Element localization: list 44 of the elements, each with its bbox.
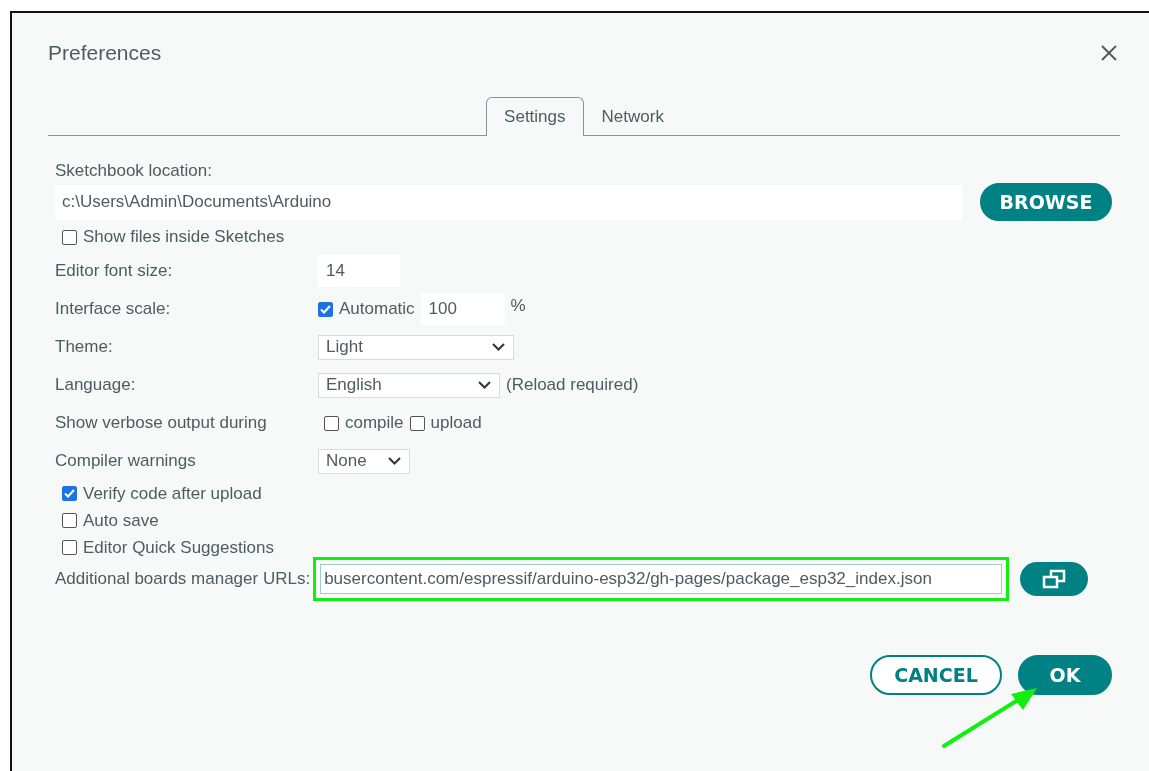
number-field[interactable]: 100 bbox=[420, 293, 505, 325]
sketchbook-path-field[interactable]: c:\Users\Admin\Documents\Arduino bbox=[55, 184, 962, 220]
note-text: (Reload required) bbox=[506, 375, 639, 395]
close-icon bbox=[1100, 44, 1118, 62]
checkbox[interactable] bbox=[62, 513, 77, 528]
checkbox-label: Editor Quick Suggestions bbox=[83, 537, 274, 558]
setting-label: Editor font size: bbox=[55, 261, 174, 281]
tab[interactable]: Network bbox=[583, 97, 682, 136]
setting-label: Theme: bbox=[55, 337, 114, 357]
setting-label: Compiler warnings bbox=[55, 451, 197, 471]
unit-label: % bbox=[510, 296, 526, 316]
dropdown[interactable]: English bbox=[318, 372, 500, 398]
setting-label: Language: bbox=[55, 375, 137, 395]
setting-label: Interface scale: bbox=[55, 299, 172, 319]
browse-button[interactable]: BROWSE bbox=[980, 183, 1112, 221]
edit-urls-button[interactable] bbox=[1020, 562, 1089, 596]
dropdown[interactable]: None bbox=[318, 448, 410, 474]
checkbox[interactable] bbox=[324, 415, 339, 431]
checkbox-label: compile bbox=[345, 413, 404, 433]
checkbox[interactable] bbox=[62, 540, 77, 555]
checkbox[interactable] bbox=[62, 229, 77, 245]
close-button[interactable] bbox=[1100, 44, 1118, 62]
dropdown[interactable]: Light bbox=[318, 334, 514, 360]
chevron-down-icon bbox=[478, 381, 491, 389]
number-field[interactable]: 14 bbox=[318, 255, 400, 287]
field-label: Sketchbook location: bbox=[55, 160, 213, 182]
checkbox-label: Verify code after upload bbox=[83, 483, 262, 504]
checkbox-label: Auto save bbox=[83, 510, 159, 531]
url-field[interactable]: busercontent.com/espressif/arduino-esp32/gh-pages/package_esp32_index.json bbox=[313, 557, 1010, 601]
ok-button[interactable]: OK bbox=[1018, 655, 1112, 695]
tab[interactable]: Settings bbox=[486, 97, 584, 136]
checkbox-label: Show files inside Sketches bbox=[83, 227, 285, 247]
chevron-down-icon bbox=[388, 457, 401, 465]
checkbox[interactable] bbox=[318, 301, 333, 317]
dialog-title: Preferences bbox=[48, 41, 162, 65]
checkbox[interactable] bbox=[62, 486, 77, 501]
checkbox-label: upload bbox=[430, 413, 482, 433]
chevron-down-icon bbox=[492, 343, 505, 351]
checkbox-label: Automatic bbox=[339, 299, 415, 319]
setting-label: Additional boards manager URLs: bbox=[55, 569, 311, 589]
checkbox[interactable] bbox=[409, 415, 425, 431]
windows-icon bbox=[1042, 569, 1067, 589]
setting-label: Show verbose output during bbox=[55, 413, 268, 433]
cancel-button[interactable]: CANCEL bbox=[870, 655, 1002, 695]
